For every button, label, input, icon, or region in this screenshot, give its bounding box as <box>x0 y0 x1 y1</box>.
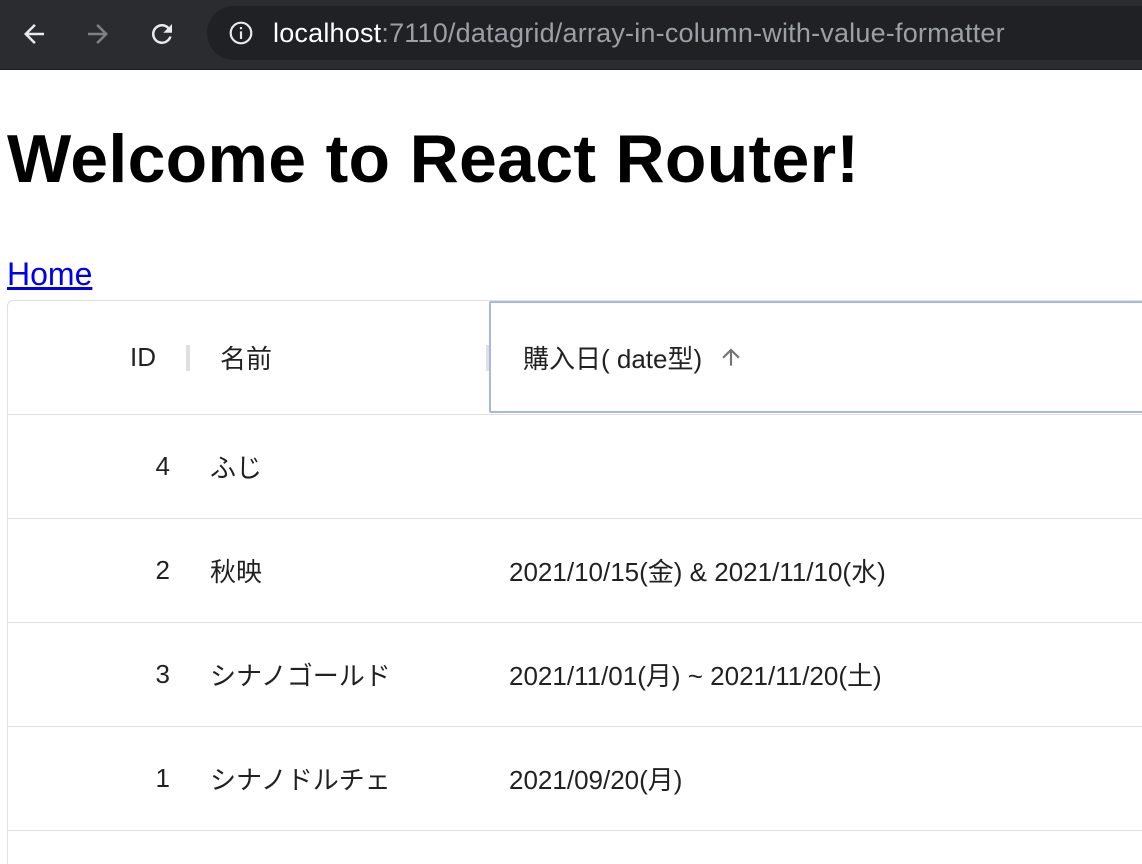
reload-icon[interactable] <box>142 14 182 54</box>
cell-purchase-date: 2021/11/01(月) ~ 2021/11/20(土) <box>509 661 882 691</box>
cell-purchase-date: 2021/09/20(月) <box>509 765 683 795</box>
cell-id: 4 <box>155 451 170 481</box>
arrow-left-icon[interactable] <box>14 14 54 54</box>
table-row[interactable]: 1 シナノドルチェ 2021/09/20(月) <box>8 727 1142 831</box>
column-header-id[interactable]: ID <box>8 301 188 414</box>
column-header-label: ID <box>130 342 156 372</box>
column-header-name[interactable]: 名前 <box>188 301 488 414</box>
page-title: Welcome to React Router! <box>7 121 860 197</box>
cell-name: シナノドルチェ <box>210 765 391 795</box>
sort-ascending-icon[interactable] <box>718 344 744 370</box>
url-host: localhost <box>273 17 382 48</box>
data-grid: ID 名前 購入日( date型) 4 ふじ 2 秋映 2021/10/15(金… <box>7 300 1142 864</box>
info-icon[interactable] <box>227 19 255 47</box>
column-header-purchase-date[interactable]: 購入日( date型) <box>489 301 1142 413</box>
home-link[interactable]: Home <box>7 256 92 293</box>
table-row[interactable]: 3 シナノゴールド 2021/11/01(月) ~ 2021/11/20(土) <box>8 623 1142 727</box>
cell-name: ふじ <box>210 453 263 483</box>
cell-id: 3 <box>155 659 170 689</box>
table-row[interactable]: 2 秋映 2021/10/15(金) & 2021/11/10(水) <box>8 519 1142 623</box>
cell-purchase-date <box>489 415 1142 518</box>
column-header-label: 購入日( date型) <box>523 343 703 374</box>
grid-header: ID 名前 購入日( date型) <box>8 301 1142 415</box>
url-path: :7110/datagrid/array-in-column-with-valu… <box>381 17 1005 48</box>
cell-id: 1 <box>155 763 170 793</box>
cell-purchase-date: 2021/10/15(金) & 2021/11/10(水) <box>509 557 886 587</box>
arrow-right-icon[interactable] <box>78 14 118 54</box>
address-bar[interactable]: localhost:7110/datagrid/array-in-column-… <box>207 6 1142 60</box>
url-text[interactable]: localhost:7110/datagrid/array-in-column-… <box>273 18 1005 49</box>
cell-name: 秋映 <box>210 557 263 587</box>
column-header-label: 名前 <box>220 344 273 374</box>
browser-toolbar: localhost:7110/datagrid/array-in-column-… <box>0 0 1142 70</box>
cell-id: 2 <box>155 555 170 585</box>
table-row[interactable]: 4 ふじ <box>8 415 1142 519</box>
cell-name: シナノゴールド <box>210 661 391 691</box>
